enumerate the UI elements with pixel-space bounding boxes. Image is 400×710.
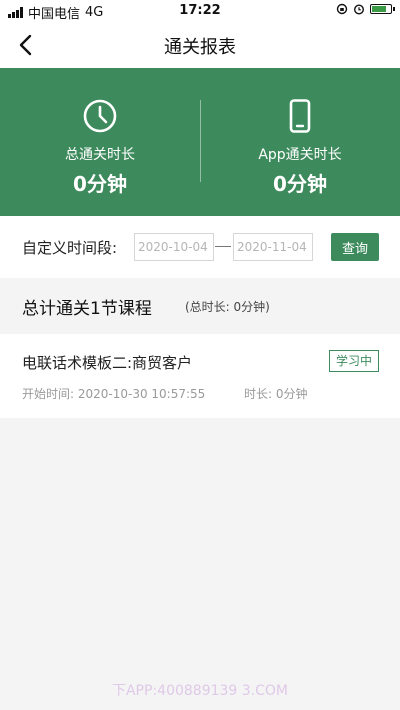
app-duration-label: App通关时长 [258,147,342,163]
list-item[interactable]: 电联话术模板二:商贸客户 学习中 开始时间: 2020-10-30 10:57:… [0,334,400,418]
app-duration-card: App通关时长 0分钟 [200,68,400,216]
total-courses-duration: (总时长: 0分钟) [185,300,270,314]
total-summary: 总计通关1节课程 (总时长: 0分钟) [0,278,400,334]
alarm-icon [353,4,365,15]
status-bar: 中国电信 4G 17:22 [0,0,400,22]
course-duration: 时长: 0分钟 [244,387,308,401]
battery-icon [370,4,395,14]
date-filter: 自定义时间段: 查询 [0,216,400,278]
filter-label: 自定义时间段: [22,239,118,257]
page-title: 通关报表 [164,37,236,58]
total-courses-title: 总计通关1节课程 [22,299,152,319]
status-right [336,3,395,15]
course-title: 电联话术模板二:商贸客户 [22,354,193,372]
phone-icon [289,99,311,133]
total-duration-card: 总通关时长 0分钟 [0,68,200,216]
summary-panel: 总通关时长 0分钟 App通关时长 0分钟 [0,68,400,216]
navbar: 通关报表 [0,22,400,68]
total-duration-label: 总通关时长 [65,147,135,163]
clock-icon [83,99,117,133]
query-button[interactable]: 查询 [331,233,379,261]
total-duration-value: 0分钟 [73,172,127,196]
end-date-input[interactable] [233,233,313,261]
course-start-time: 开始时间: 2020-10-30 10:57:55 [22,387,206,401]
start-date-input[interactable] [134,233,214,261]
lock-rotation-icon [336,3,348,15]
date-range-separator [215,246,231,247]
watermark: 下APP:400889139 3.COM [111,683,289,699]
status-badge: 学习中 [329,350,379,372]
app-duration-value: 0分钟 [273,172,327,196]
